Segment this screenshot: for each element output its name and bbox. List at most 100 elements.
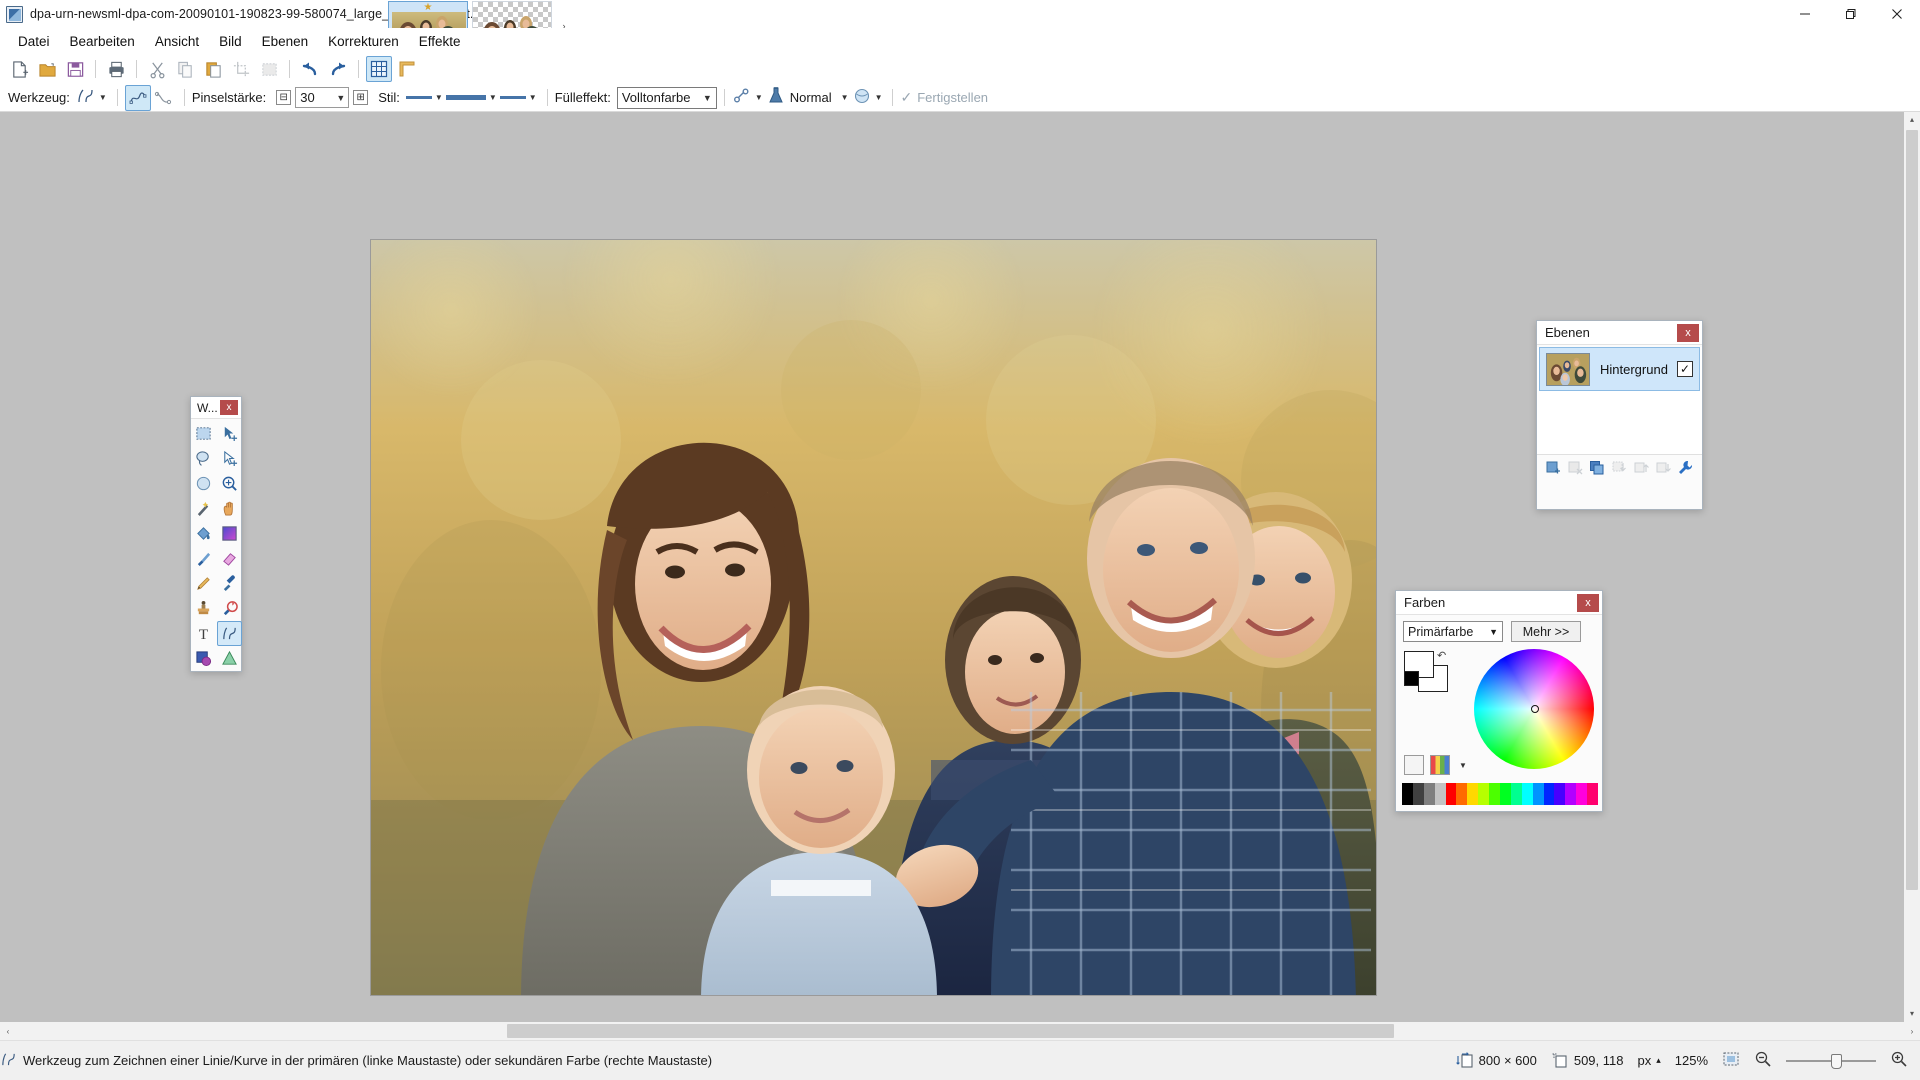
tools-panel[interactable]: W... x T bbox=[190, 396, 242, 672]
reset-colors-swatch[interactable] bbox=[1404, 671, 1419, 686]
blend-mode-caret[interactable]: ▼ bbox=[841, 93, 849, 102]
tool-shapes[interactable] bbox=[191, 646, 216, 671]
line-style-dash-swatch[interactable] bbox=[405, 96, 432, 99]
chevron-down-icon[interactable]: ▼ bbox=[336, 93, 345, 103]
tools-panel-header[interactable]: W... x bbox=[191, 397, 241, 419]
add-layer-button[interactable] bbox=[1544, 459, 1562, 477]
tool-clone-stamp[interactable] bbox=[191, 596, 216, 621]
scroll-right-arrow[interactable]: › bbox=[1904, 1027, 1920, 1036]
draw-freeform-mode[interactable] bbox=[124, 84, 151, 111]
merge-layer-down-button[interactable] bbox=[1610, 459, 1628, 477]
layers-panel-close-button[interactable]: x bbox=[1677, 323, 1699, 342]
tool-line-curve[interactable] bbox=[217, 621, 242, 646]
chevron-down-icon[interactable]: ▼ bbox=[1489, 627, 1498, 637]
tool-pan[interactable] bbox=[217, 496, 242, 521]
menu-bearbeiten[interactable]: Bearbeiten bbox=[60, 31, 145, 52]
palette-swatch[interactable] bbox=[1554, 783, 1566, 805]
finish-button[interactable]: Fertigstellen bbox=[917, 90, 988, 105]
tools-panel-close-button[interactable]: x bbox=[220, 400, 238, 415]
tool-paintbrush[interactable] bbox=[191, 546, 216, 571]
units-group[interactable]: px ▴ bbox=[1637, 1053, 1660, 1068]
vertical-scrollbar[interactable]: ▴ ▾ bbox=[1904, 112, 1920, 1022]
brush-width-decrease[interactable]: ⊟ bbox=[276, 90, 292, 105]
image-canvas[interactable] bbox=[371, 240, 1376, 995]
line-cap-end-caret[interactable]: ▼ bbox=[529, 93, 537, 102]
fit-to-window-icon[interactable] bbox=[1722, 1050, 1740, 1071]
layers-list[interactable]: Hintergrund ✓ bbox=[1537, 347, 1702, 455]
menu-ebenen[interactable]: Ebenen bbox=[252, 31, 319, 52]
scroll-up-arrow[interactable]: ▴ bbox=[1910, 112, 1914, 128]
line-cap-start-caret[interactable]: ▼ bbox=[489, 93, 497, 102]
close-button[interactable] bbox=[1874, 0, 1920, 28]
redo-button[interactable] bbox=[325, 56, 351, 82]
menu-datei[interactable]: Datei bbox=[8, 31, 60, 52]
maximize-button[interactable] bbox=[1828, 0, 1874, 28]
delete-layer-button[interactable] bbox=[1566, 459, 1584, 477]
palette-swatch[interactable] bbox=[1434, 783, 1446, 805]
palette-swatch[interactable] bbox=[1423, 783, 1435, 805]
paste-button[interactable] bbox=[200, 56, 226, 82]
tool-zoom[interactable] bbox=[217, 471, 242, 496]
tool-shapes-extra[interactable] bbox=[217, 646, 242, 671]
tool-gradient[interactable] bbox=[217, 521, 242, 546]
tool-lasso-select[interactable] bbox=[191, 446, 216, 471]
zoom-slider[interactable] bbox=[1786, 1053, 1876, 1069]
rulers-button[interactable] bbox=[394, 56, 420, 82]
layers-panel[interactable]: Ebenen x Hintergrund ✓ bbox=[1536, 320, 1703, 510]
color-mode-select[interactable]: Primärfarbe ▼ bbox=[1403, 621, 1503, 642]
colors-panel-header[interactable]: Farben x bbox=[1396, 591, 1602, 615]
zoom-out-icon[interactable] bbox=[1754, 1050, 1772, 1071]
horizontal-scroll-track[interactable] bbox=[16, 1022, 1904, 1040]
chevron-down-icon[interactable]: ▼ bbox=[703, 93, 712, 103]
print-button[interactable] bbox=[103, 56, 129, 82]
line-cap-end-swatch[interactable] bbox=[499, 96, 526, 99]
zoom-in-icon[interactable] bbox=[1890, 1050, 1908, 1071]
brush-width-increase[interactable]: ⊞ bbox=[353, 90, 369, 105]
fill-effect-select[interactable]: Volltonfarbe ▼ bbox=[616, 86, 717, 109]
swap-colors-icon[interactable]: ↶ bbox=[1437, 649, 1446, 662]
tool-ellipse-select[interactable] bbox=[191, 471, 216, 496]
zoom-slider-knob[interactable] bbox=[1831, 1053, 1842, 1069]
vertical-scroll-thumb[interactable] bbox=[1906, 130, 1918, 890]
palette-swatch[interactable] bbox=[1402, 783, 1413, 805]
alpha-blend-icon[interactable] bbox=[852, 86, 872, 109]
tool-text[interactable]: T bbox=[191, 621, 216, 646]
palette-swatch[interactable] bbox=[1456, 783, 1468, 805]
colors-panel-close-button[interactable]: x bbox=[1577, 593, 1599, 612]
chain-link-icon[interactable] bbox=[732, 86, 752, 109]
undo-button[interactable] bbox=[297, 56, 323, 82]
copy-button[interactable] bbox=[172, 56, 198, 82]
line-style-caret[interactable]: ▼ bbox=[435, 93, 443, 102]
colors-panel[interactable]: Farben x Primärfarbe ▼ Mehr >> ↶ ▼ bbox=[1395, 590, 1603, 812]
horizontal-scrollbar[interactable]: ‹ › bbox=[0, 1022, 1920, 1040]
tool-move-selected[interactable] bbox=[217, 421, 242, 446]
palette-swatch[interactable] bbox=[1510, 783, 1522, 805]
line-cap-start-swatch[interactable] bbox=[445, 95, 486, 100]
palette-swatch[interactable] bbox=[1576, 783, 1588, 805]
menu-ansicht[interactable]: Ansicht bbox=[145, 31, 209, 52]
scroll-down-arrow[interactable]: ▾ bbox=[1910, 1006, 1914, 1022]
tool-magic-wand[interactable] bbox=[191, 496, 216, 521]
menu-effekte[interactable]: Effekte bbox=[409, 31, 471, 52]
layers-panel-header[interactable]: Ebenen x bbox=[1537, 321, 1702, 345]
palette-swatch[interactable] bbox=[1478, 783, 1490, 805]
palette-swatch[interactable] bbox=[1532, 783, 1544, 805]
horizontal-scroll-thumb[interactable] bbox=[506, 1024, 1395, 1038]
minimize-button[interactable] bbox=[1782, 0, 1828, 28]
more-colors-button[interactable]: Mehr >> bbox=[1511, 621, 1581, 642]
deselect-button[interactable] bbox=[256, 56, 282, 82]
tool-dropdown-caret[interactable]: ▼ bbox=[99, 93, 107, 102]
tool-paint-bucket[interactable] bbox=[191, 521, 216, 546]
palette-swatch[interactable] bbox=[1445, 783, 1457, 805]
palette-swatch[interactable] bbox=[1543, 783, 1555, 805]
brush-width-input[interactable]: 30 ▼ bbox=[295, 87, 350, 108]
tool-recolor[interactable] bbox=[217, 596, 242, 621]
palette-swatch[interactable] bbox=[1489, 783, 1501, 805]
tool-eraser[interactable] bbox=[217, 546, 242, 571]
palette-swatch[interactable] bbox=[1521, 783, 1533, 805]
palette-swatch[interactable] bbox=[1500, 783, 1511, 805]
alpha-blend-caret[interactable]: ▼ bbox=[875, 93, 883, 102]
grid-button[interactable] bbox=[366, 56, 392, 82]
color-wheel-selector[interactable] bbox=[1531, 705, 1539, 713]
move-layer-up-button[interactable] bbox=[1632, 459, 1650, 477]
